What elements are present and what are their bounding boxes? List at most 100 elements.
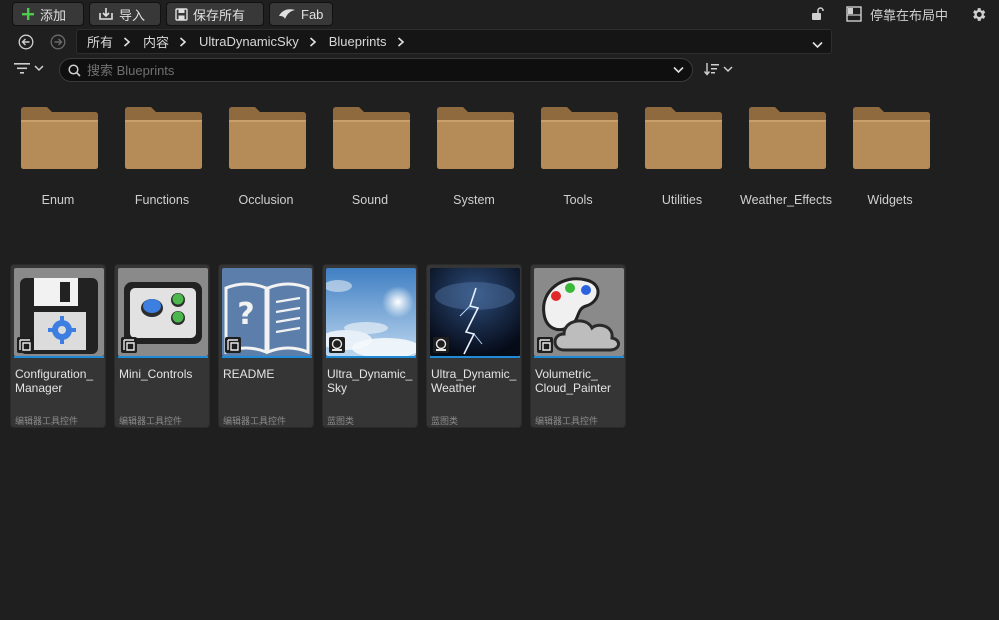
asset-kind: 蓝图类: [327, 416, 355, 426]
folder-occlusion[interactable]: Occlusion: [214, 104, 318, 220]
fab-button[interactable]: Fab: [269, 2, 333, 26]
asset-color-bar: [326, 356, 416, 358]
asset-color-bar: [118, 356, 208, 358]
dock-label: 停靠在布局中: [870, 7, 949, 23]
folder-label: System: [453, 193, 495, 207]
asset-tile-configuration-manager[interactable]: Configuration_ Manager 编辑器工具控件: [10, 264, 106, 428]
folder-utilities[interactable]: Utilities: [630, 104, 734, 220]
asset-tile-ultra-dynamic-sky[interactable]: Ultra_Dynamic_ Sky 蓝图类: [322, 264, 418, 428]
folder-icon: [437, 107, 514, 169]
folder-label: Enum: [41, 193, 75, 207]
folder-icon: [333, 107, 410, 169]
folder-icon: [645, 107, 722, 169]
plus-icon: [22, 8, 34, 20]
breadcrumb: 所有 内容 UltraDynamicSky Blueprints: [76, 29, 832, 54]
asset-tile-ultra-dynamic-weather[interactable]: Ultra_Dynamic_ Weather 蓝图类: [426, 264, 522, 428]
fab-label: Fab: [301, 6, 324, 22]
folder-tools[interactable]: Tools: [526, 104, 630, 220]
asset-kind: 编辑器工具控件: [223, 416, 287, 426]
asset-kind: 编辑器工具控件: [119, 416, 183, 426]
forward-arrow-icon: [50, 34, 66, 50]
chevron-right-icon[interactable]: [123, 36, 131, 47]
chevron-down-icon: [34, 65, 44, 72]
chevron-right-icon[interactable]: [179, 36, 187, 47]
asset-kind: 编辑器工具控件: [15, 416, 79, 426]
add-label: 添加: [40, 7, 67, 23]
forward-button[interactable]: [49, 33, 67, 51]
asset-name: Ultra_Dynamic_ Weather: [431, 367, 517, 395]
folder-label: Sound: [351, 193, 389, 207]
folder-label: Occlusion: [238, 193, 294, 207]
chevron-right-icon[interactable]: [309, 36, 317, 47]
blueprint-class-icon: [433, 337, 449, 353]
asset-kind: 编辑器工具控件: [535, 416, 599, 426]
unlock-icon: [812, 7, 824, 20]
folder-widgets[interactable]: Widgets: [838, 104, 942, 220]
asset-kind: 蓝图类: [431, 416, 459, 426]
asset-color-bar: [430, 356, 520, 358]
save-icon: [175, 7, 188, 21]
folder-enum[interactable]: Enum: [6, 104, 110, 220]
asset-name: Ultra_Dynamic_ Sky: [327, 367, 413, 395]
asset-color-bar: [534, 356, 624, 358]
editor-widget-icon: [537, 337, 553, 353]
folder-icon: [125, 107, 202, 169]
breadcrumb-item-all[interactable]: 所有: [87, 32, 143, 51]
editor-widget-icon: [121, 337, 137, 353]
folder-weather-effects[interactable]: Weather_Effects: [734, 104, 838, 220]
folder-icon: [229, 107, 306, 169]
search-box: [59, 58, 693, 82]
settings-button[interactable]: [970, 2, 987, 26]
folder-icon: [21, 107, 98, 169]
folder-functions[interactable]: Functions: [110, 104, 214, 220]
search-history-dropdown-icon[interactable]: [673, 66, 684, 74]
asset-tile-readme[interactable]: ? README 编辑器工具控件: [218, 264, 314, 428]
layout-icon: [846, 6, 862, 22]
folder-label: Utilities: [661, 193, 703, 207]
breadcrumb-item-content[interactable]: 内容: [143, 32, 199, 51]
filter-button[interactable]: [14, 62, 44, 75]
add-button[interactable]: 添加: [12, 2, 84, 26]
search-input[interactable]: [87, 62, 673, 78]
import-label: 导入: [119, 7, 146, 23]
import-button[interactable]: 导入: [89, 2, 161, 26]
chevron-right-icon[interactable]: [397, 36, 405, 47]
folder-sound[interactable]: Sound: [318, 104, 422, 220]
asset-color-bar: [222, 356, 312, 358]
folder-label: Tools: [563, 193, 593, 207]
save-all-button[interactable]: 保存所有: [166, 2, 264, 26]
blueprint-class-icon: [329, 337, 345, 353]
folder-icon: [853, 107, 930, 169]
asset-color-bar: [14, 356, 104, 358]
asset-name: Volumetric_ Cloud_Painter: [535, 367, 612, 395]
breadcrumb-item-blueprints[interactable]: Blueprints: [329, 34, 417, 49]
asset-name: README: [223, 367, 275, 381]
asset-name: Configuration_ Manager: [15, 367, 94, 395]
sort-button[interactable]: [704, 62, 733, 76]
folder-label: Widgets: [867, 193, 913, 207]
save-all-label: 保存所有: [193, 7, 246, 23]
sort-icon: [704, 63, 719, 76]
editor-widget-icon: [17, 337, 33, 353]
breadcrumb-item-ultradynamicsky[interactable]: UltraDynamicSky: [199, 34, 329, 49]
filter-icon: [14, 63, 30, 74]
folder-icon: [749, 107, 826, 169]
gear-icon: [973, 7, 986, 21]
content-browser: 添加 导入 保存所有 Fab 停靠在布局中 所有 内容 UltraDynamic…: [0, 0, 999, 620]
asset-tile-volumetric-cloud-painter[interactable]: Volumetric_ Cloud_Painter 编辑器工具控件: [530, 264, 626, 428]
editor-widget-icon: [225, 337, 241, 353]
dock-in-layout-button[interactable]: 停靠在布局中: [846, 2, 948, 26]
asset-tile-mini-controls[interactable]: Mini_Controls 编辑器工具控件: [114, 264, 210, 428]
chevron-down-icon: [723, 65, 733, 72]
lock-button[interactable]: [809, 2, 825, 26]
fab-icon: [279, 9, 295, 19]
asset-name: Mini_Controls: [119, 367, 193, 381]
import-icon: [99, 8, 113, 20]
back-arrow-icon: [18, 34, 34, 50]
history-dropdown-icon[interactable]: [812, 37, 823, 52]
search-icon: [68, 63, 81, 77]
back-button[interactable]: [17, 33, 35, 51]
folder-system[interactable]: System: [422, 104, 526, 220]
folder-label: Functions: [134, 193, 190, 207]
svg-text:?: ?: [237, 297, 254, 332]
